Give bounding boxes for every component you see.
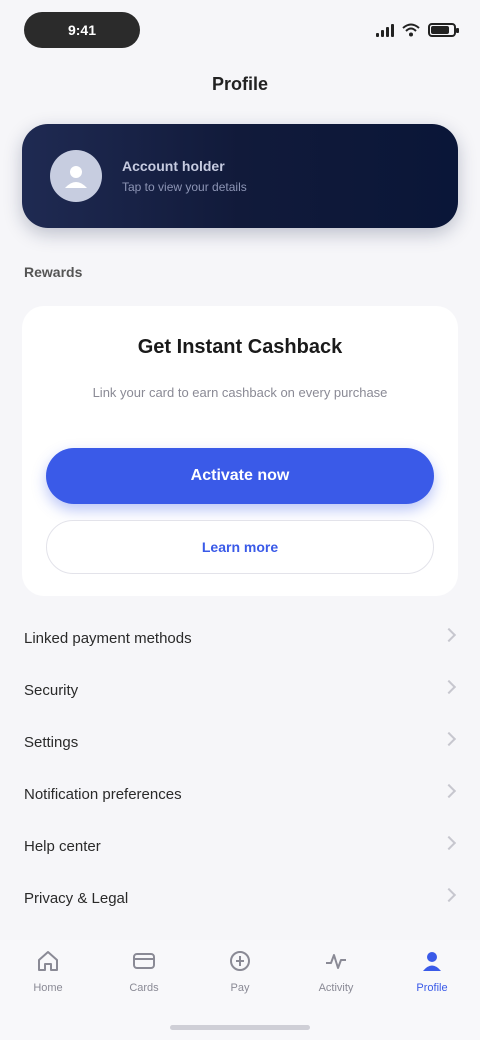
chevron-right-icon: [441, 627, 457, 643]
menu-item-security[interactable]: Security: [0, 664, 480, 716]
chevron-right-icon: [441, 783, 457, 799]
menu-item-label: Privacy & Legal: [24, 889, 129, 907]
status-time: 9:41: [24, 12, 140, 48]
menu-item-label: Linked payment methods: [24, 629, 192, 647]
card-icon: [133, 953, 155, 969]
menu-item-label: Settings: [24, 733, 79, 751]
tab-bar: Home Cards Pay Activity Profile: [0, 940, 480, 1040]
tab-home[interactable]: Home: [8, 948, 88, 1040]
battery-level: [431, 26, 449, 34]
menu-item-payment-methods[interactable]: Linked payment methods: [0, 612, 480, 664]
profile-icon: [423, 952, 441, 971]
chevron-right-icon: [441, 835, 457, 851]
page-title: Profile: [211, 74, 268, 94]
learn-more-button[interactable]: Learn more: [46, 520, 434, 574]
pay-icon: [230, 951, 250, 971]
menu-item-privacy[interactable]: Privacy & Legal: [0, 872, 480, 924]
account-name: Account holder: [122, 158, 225, 174]
chevron-right-icon: [441, 731, 457, 747]
account-subtitle: Tap to view your details: [122, 180, 247, 194]
menu-item-label: Help center: [24, 837, 101, 855]
home-indicator: [170, 1025, 310, 1030]
promo-card: Get Instant Cashback Link your card to e…: [22, 306, 458, 596]
menu-item-settings[interactable]: Settings: [0, 716, 480, 768]
status-icons: [376, 20, 459, 40]
chevron-right-icon: [441, 887, 457, 903]
promo-subtitle: Link your card to earn cashback on every…: [92, 385, 388, 400]
user-icon: [65, 166, 87, 188]
tab-label: Home: [33, 982, 63, 994]
tab-label: Profile: [416, 982, 448, 994]
activate-button[interactable]: Activate now: [46, 448, 434, 504]
menu-list: Linked payment methods Security Settings…: [0, 612, 480, 924]
wifi-icon: [402, 23, 420, 37]
battery-icon: [428, 23, 459, 37]
signal-icon: [376, 23, 394, 37]
account-card[interactable]: Account holder Tap to view your details: [22, 124, 458, 228]
activity-icon: [326, 954, 346, 969]
home-icon: [38, 951, 58, 971]
chevron-right-icon: [441, 679, 457, 695]
menu-item-label: Security: [24, 681, 79, 699]
tab-profile[interactable]: Profile: [392, 948, 472, 1040]
section-label: Rewards: [24, 264, 83, 280]
avatar: [50, 150, 102, 202]
tab-label: Cards: [129, 982, 159, 994]
menu-item-notifications[interactable]: Notification preferences: [0, 768, 480, 820]
tab-label: Activity: [318, 982, 354, 994]
menu-item-label: Notification preferences: [24, 785, 182, 803]
menu-item-help[interactable]: Help center: [0, 820, 480, 872]
promo-title: Get Instant Cashback: [137, 336, 343, 358]
status-bar: 9:41: [0, 0, 480, 64]
tab-label: Pay: [230, 982, 250, 994]
